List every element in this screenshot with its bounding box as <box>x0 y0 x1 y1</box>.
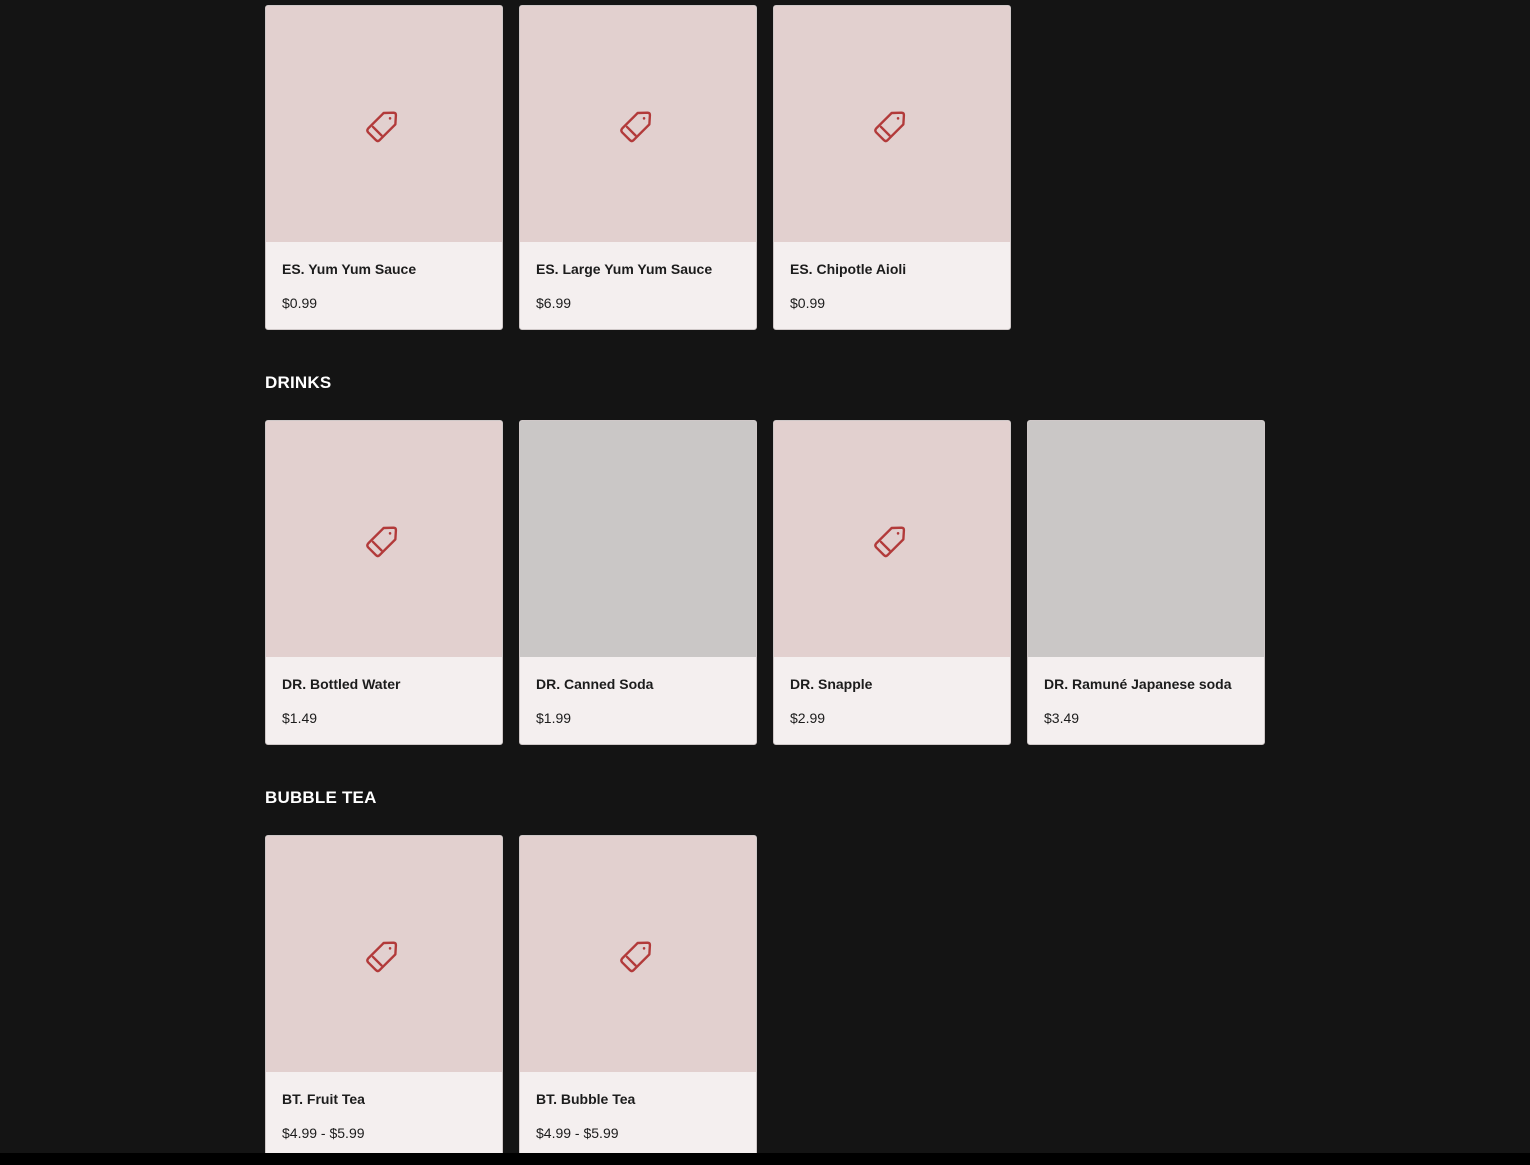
bottom-bar <box>0 1153 1530 1165</box>
item-name: DR. Bottled Water <box>282 676 401 692</box>
section-drinks: DR. Bottled Water $1.49 DR. Canned Soda … <box>265 420 1265 745</box>
menu-item-card[interactable]: ES. Yum Yum Sauce $0.99 <box>265 5 503 330</box>
menu-item-card[interactable]: BT. Bubble Tea $4.99 - $5.99 <box>519 835 757 1160</box>
menu-item-card[interactable]: ES. Chipotle Aioli $0.99 <box>773 5 1011 330</box>
item-info: DR. Snapple $2.99 <box>774 657 1010 727</box>
menu-item-card[interactable]: DR. Ramuné Japanese soda $3.49 <box>1027 420 1265 745</box>
item-price: $2.99 <box>790 710 826 726</box>
item-info: BT. Bubble Tea $4.99 - $5.99 <box>520 1072 756 1142</box>
item-grid: BT. Fruit Tea $4.99 - $5.99 BT. Bubble T… <box>265 835 1265 1160</box>
tag-icon <box>620 941 652 973</box>
item-info: DR. Ramuné Japanese soda $3.49 <box>1028 657 1264 727</box>
item-grid: ES. Yum Yum Sauce $0.99 ES. Large Yum Yu… <box>265 5 1265 330</box>
item-price: $1.49 <box>282 710 318 726</box>
section-bubble-tea: BT. Fruit Tea $4.99 - $5.99 BT. Bubble T… <box>265 835 1265 1160</box>
item-info: DR. Bottled Water $1.49 <box>266 657 502 727</box>
section-extra-sauces: ES. Yum Yum Sauce $0.99 ES. Large Yum Yu… <box>265 5 1265 330</box>
item-info: DR. Canned Soda $1.99 <box>520 657 756 727</box>
item-price: $0.99 <box>282 295 318 311</box>
tag-icon <box>366 526 398 558</box>
item-info: ES. Chipotle Aioli $0.99 <box>774 242 1010 312</box>
item-image-placeholder <box>520 836 756 1072</box>
item-price: $4.99 - $5.99 <box>282 1125 365 1141</box>
item-price: $3.49 <box>1044 710 1080 726</box>
item-info: BT. Fruit Tea $4.99 - $5.99 <box>266 1072 502 1142</box>
item-photo <box>1028 421 1264 657</box>
item-info: ES. Yum Yum Sauce $0.99 <box>266 242 502 312</box>
item-name: DR. Snapple <box>790 676 873 692</box>
item-name: BT. Bubble Tea <box>536 1091 636 1107</box>
item-image-placeholder <box>520 6 756 242</box>
item-name: BT. Fruit Tea <box>282 1091 365 1107</box>
tag-icon <box>366 941 398 973</box>
item-image-placeholder <box>266 421 502 657</box>
item-name: ES. Yum Yum Sauce <box>282 261 417 277</box>
menu-page: ES. Yum Yum Sauce $0.99 ES. Large Yum Yu… <box>0 0 1530 1165</box>
item-price: $6.99 <box>536 295 572 311</box>
menu-item-card[interactable]: BT. Fruit Tea $4.99 - $5.99 <box>265 835 503 1160</box>
tag-icon <box>366 111 398 143</box>
item-image-placeholder <box>266 6 502 242</box>
item-image-placeholder <box>266 836 502 1072</box>
item-photo <box>520 421 756 657</box>
tag-icon <box>874 526 906 558</box>
tag-icon <box>874 111 906 143</box>
menu-item-card[interactable]: ES. Large Yum Yum Sauce $6.99 <box>519 5 757 330</box>
menu-item-card[interactable]: DR. Bottled Water $1.49 <box>265 420 503 745</box>
item-image-placeholder <box>774 6 1010 242</box>
section-title-bubble-tea: BUBBLE TEA <box>265 788 377 807</box>
item-info: ES. Large Yum Yum Sauce $6.99 <box>520 242 756 312</box>
menu-item-card[interactable]: DR. Snapple $2.99 <box>773 420 1011 745</box>
item-grid: DR. Bottled Water $1.49 DR. Canned Soda … <box>265 420 1265 745</box>
tag-icon <box>620 111 652 143</box>
item-price: $1.99 <box>536 710 572 726</box>
item-price: $0.99 <box>790 295 826 311</box>
item-name: ES. Large Yum Yum Sauce <box>536 261 713 277</box>
item-name: DR. Ramuné Japanese soda <box>1044 676 1232 692</box>
item-name: DR. Canned Soda <box>536 676 654 692</box>
item-image-placeholder <box>774 421 1010 657</box>
menu-item-card[interactable]: DR. Canned Soda $1.99 <box>519 420 757 745</box>
item-price: $4.99 - $5.99 <box>536 1125 619 1141</box>
item-name: ES. Chipotle Aioli <box>790 261 907 277</box>
section-title-drinks: DRINKS <box>265 373 332 392</box>
